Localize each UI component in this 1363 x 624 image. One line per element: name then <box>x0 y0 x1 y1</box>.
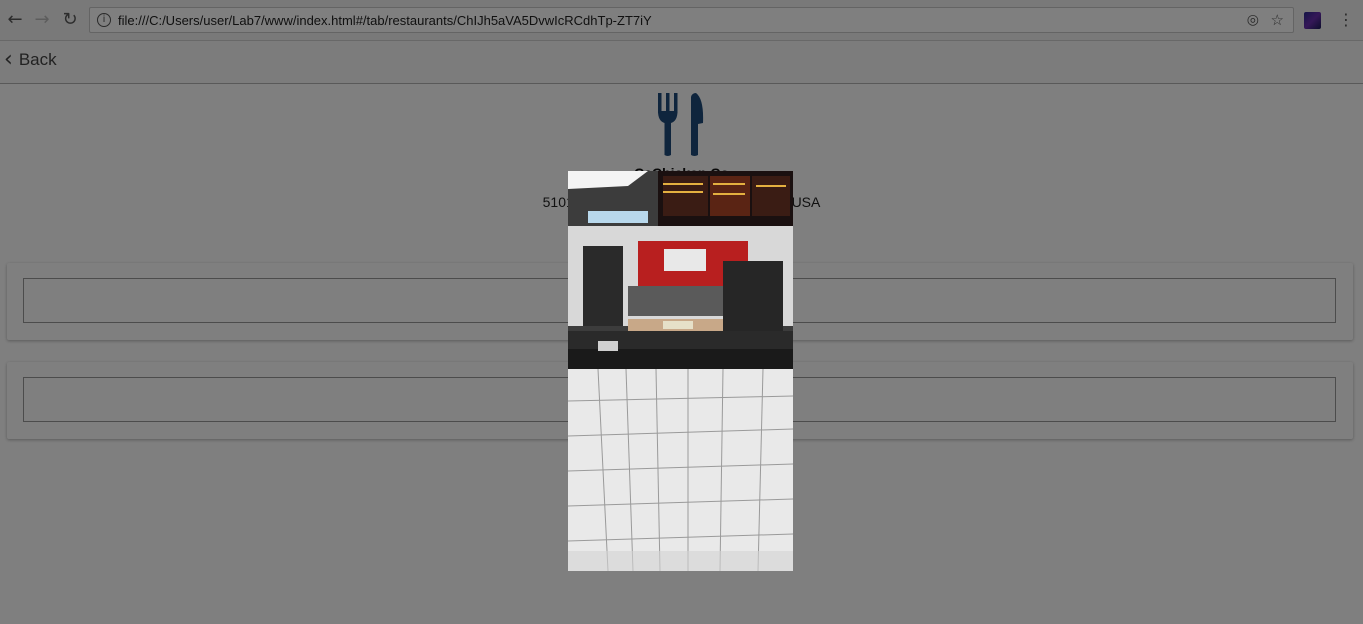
restaurant-photo[interactable] <box>568 171 793 571</box>
